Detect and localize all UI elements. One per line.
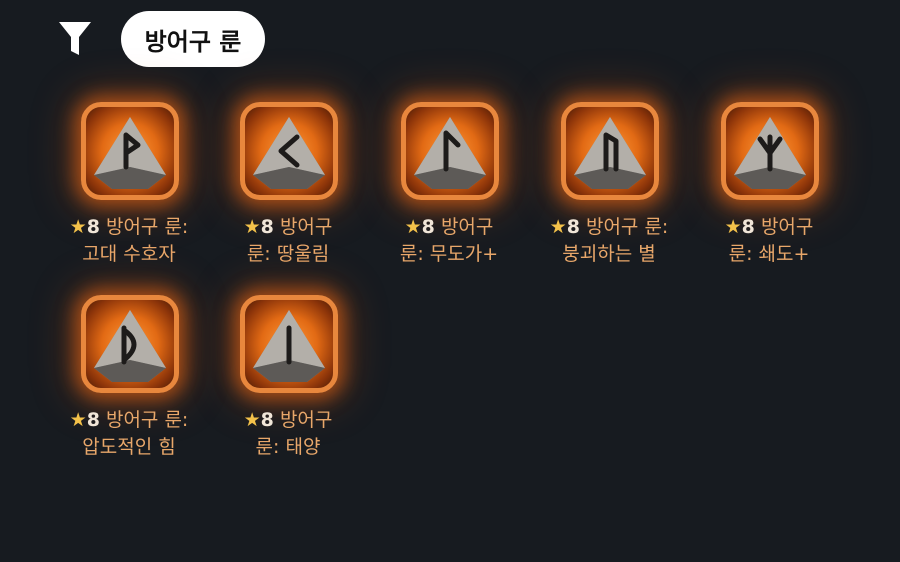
rune-name-line2: 룬: 쇄도+ [728,243,810,265]
rune-grade: 8 [566,216,580,238]
rune-isa-icon [253,310,325,382]
star-icon: ★ [69,216,87,238]
rune-laguz-icon [414,117,486,189]
rune-grade: 8 [421,216,435,238]
rune-name-line2: 압도적인 힘 [82,436,176,458]
rune-slot [81,295,179,393]
rune-slot [240,295,338,393]
rune-name-line2: 룬: 땅울림 [246,243,330,265]
rune-grade: 8 [741,216,755,238]
rune-grade: 8 [260,216,274,238]
rune-item[interactable]: ★8 방어구 룬: 쇄도+ [684,102,854,292]
rune-name-line2: 룬: 태양 [255,436,321,458]
rune-grade: 8 [86,409,100,431]
rune-uruz-icon [574,117,646,189]
star-icon: ★ [404,216,422,238]
rune-name-line1: 방어구 룬: [105,409,189,431]
rune-name-line1: 방어구 [279,409,333,431]
rune-item[interactable]: ★8 방어구 룬: 고대 수호자 [44,102,214,292]
star-icon: ★ [724,216,742,238]
rune-item[interactable]: ★8 방어구 룬: 압도적인 힘 [44,295,214,485]
filter-bar: 방어구 룬 [0,0,900,80]
filter-chip-armor-rune[interactable]: 방어구 룬 [121,11,265,67]
filter-icon[interactable] [58,20,92,58]
rune-kaunan-icon [253,117,325,189]
rune-name-line2: 룬: 무도가+ [399,243,499,265]
rune-thurisaz-icon [94,310,166,382]
rune-name-line1: 방어구 룬: [105,216,189,238]
rune-name-line1: 방어구 [279,216,333,238]
filter-chip-label: 방어구 룬 [144,27,242,56]
rune-item[interactable]: ★8 방어구 룬: 태양 [203,295,373,485]
rune-wunjo-icon [94,117,166,189]
rune-slot [401,102,499,200]
rune-name-line1: 방어구 [760,216,814,238]
rune-slot [561,102,659,200]
rune-slot [81,102,179,200]
star-icon: ★ [243,409,261,431]
rune-algiz-icon [734,117,806,189]
rune-name-line1: 방어구 룬: [585,216,669,238]
rune-grade: 8 [260,409,274,431]
rune-name-line2: 붕괴하는 별 [562,243,656,265]
star-icon: ★ [69,409,87,431]
star-icon: ★ [243,216,261,238]
star-icon: ★ [549,216,567,238]
rune-name-line2: 고대 수호자 [82,243,176,265]
rune-item[interactable]: ★8 방어구 룬: 땅울림 [203,102,373,292]
rune-grade: 8 [86,216,100,238]
rune-item[interactable]: ★8 방어구 룬: 무도가+ [364,102,534,292]
rune-slot [721,102,819,200]
rune-item[interactable]: ★8 방어구 룬: 붕괴하는 별 [524,102,694,292]
rune-name-line1: 방어구 [440,216,494,238]
rune-slot [240,102,338,200]
